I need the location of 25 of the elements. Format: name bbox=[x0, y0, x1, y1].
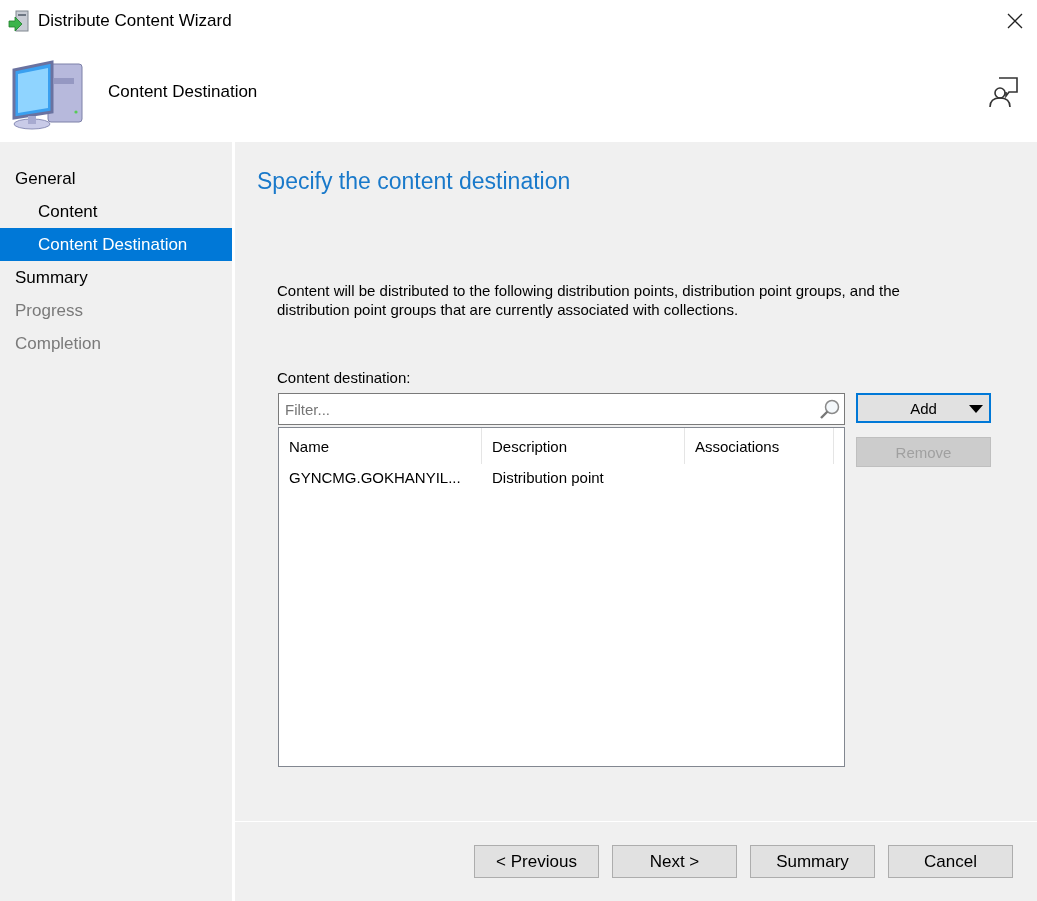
filter-field[interactable]: Filter... bbox=[278, 393, 845, 425]
nav-item[interactable]: Content bbox=[0, 195, 232, 228]
search-icon[interactable] bbox=[819, 398, 841, 420]
wizard-button[interactable]: Summary bbox=[750, 845, 875, 878]
app-icon bbox=[8, 10, 30, 32]
column-header[interactable]: Description bbox=[482, 428, 685, 464]
window-title: Distribute Content Wizard bbox=[38, 11, 233, 31]
description-text: Content will be distributed to the following distribution points, distribution point groups, and the distribution point groups that are currently associated with collections. bbox=[277, 281, 901, 319]
table-cell-text: Distribution point bbox=[491, 468, 605, 488]
user-comment-icon[interactable] bbox=[987, 76, 1019, 108]
caret-icon bbox=[969, 405, 983, 413]
wizard-button[interactable]: Next > bbox=[612, 845, 737, 878]
nav-item[interactable]: Content Destination bbox=[0, 228, 232, 261]
wizard-button[interactable]: Cancel bbox=[888, 845, 1013, 878]
table-cell-text: GYNCMG.GOKHANYIL... bbox=[288, 468, 462, 488]
list-label: Content destination: bbox=[277, 369, 412, 386]
close-icon[interactable] bbox=[1007, 13, 1023, 29]
page-header-title: Content Destination bbox=[108, 82, 259, 102]
column-header[interactable]: Name bbox=[279, 428, 482, 464]
side-button[interactable]: Add bbox=[856, 393, 991, 423]
page-heading: Specify the content destination bbox=[257, 168, 572, 195]
column-header[interactable]: Associations bbox=[685, 428, 834, 464]
nav-item[interactable]: General bbox=[0, 162, 232, 195]
nav-item[interactable]: Summary bbox=[0, 261, 232, 294]
wizard-button[interactable]: < Previous bbox=[474, 845, 599, 878]
